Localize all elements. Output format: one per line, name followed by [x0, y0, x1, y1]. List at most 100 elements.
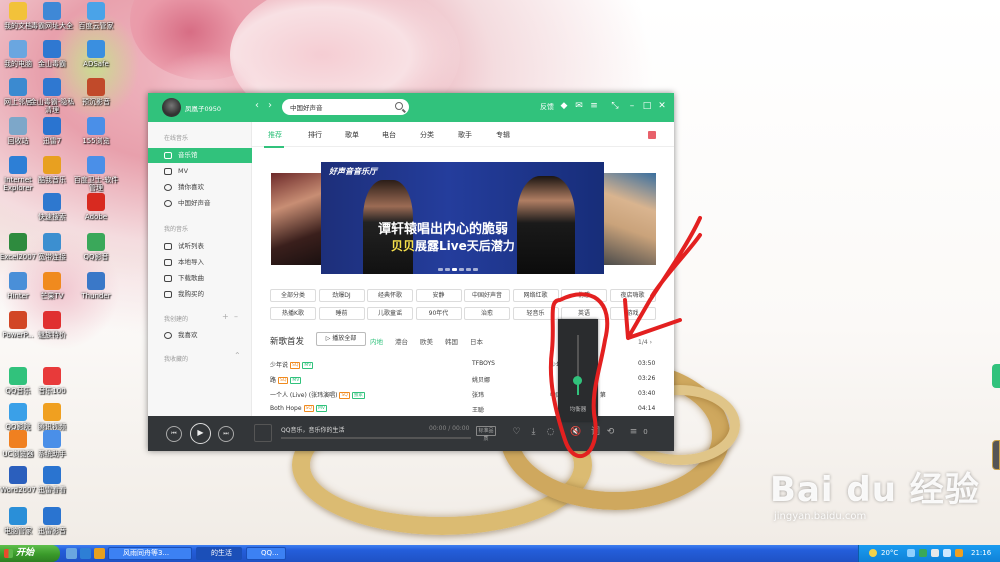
- skin-icon[interactable]: ◆: [559, 101, 569, 111]
- menu-icon[interactable]: ≡: [589, 101, 599, 111]
- table-row[interactable]: 一个人 (Live) (张玮演唱)SQ独家张玮中国好声音第四季 第03:40: [270, 386, 662, 401]
- maximize-icon[interactable]: □: [642, 101, 652, 111]
- desktop-shortcut[interactable]: 毒霸网址大全: [28, 2, 76, 30]
- song-title-cell[interactable]: 少年说 SQ MV: [270, 360, 314, 369]
- desktop-shortcut[interactable]: QQ影音: [72, 233, 120, 261]
- tab-recommend[interactable]: 推荐: [268, 130, 282, 140]
- mail-icon[interactable]: ✉: [574, 101, 584, 111]
- sidebar-item-purchased[interactable]: 我购买的: [148, 287, 252, 302]
- category-chip[interactable]: 网络红歌: [512, 289, 559, 302]
- ie-icon[interactable]: [80, 548, 91, 559]
- category-chip[interactable]: 90年代: [415, 307, 462, 320]
- banner-prev-image[interactable]: [271, 173, 321, 265]
- qq-icon[interactable]: [931, 549, 939, 557]
- previous-button[interactable]: ⏮: [166, 426, 182, 442]
- volume-mute-icon[interactable]: 🔇: [570, 427, 581, 438]
- network-icon[interactable]: [907, 549, 915, 557]
- desktop-shortcut[interactable]: Adobe: [72, 193, 120, 221]
- equalizer-label[interactable]: 均衡器: [558, 405, 598, 413]
- category-chip[interactable]: 全部分类: [270, 289, 316, 302]
- play-all-button[interactable]: ▷ 播放全部: [316, 332, 366, 346]
- category-chip[interactable]: 经典怀歌: [367, 289, 413, 302]
- search-box[interactable]: [282, 99, 409, 115]
- volume-slider-track[interactable]: [577, 335, 579, 395]
- play-button[interactable]: ▶: [190, 423, 211, 444]
- security-icon[interactable]: [919, 549, 927, 557]
- sidebar-item-trial-list[interactable]: 试听列表: [148, 239, 252, 254]
- featured-banner[interactable]: 好声音音乐厅 谭轩辕唱出内心的脆弱 贝贝展露Live天后潜力: [321, 162, 604, 274]
- tab-albums[interactable]: 专辑: [496, 130, 510, 140]
- category-chip[interactable]: 轻音乐: [512, 307, 559, 320]
- feedback-link[interactable]: 反馈: [540, 102, 554, 112]
- sidebar-item-mv[interactable]: MV: [148, 164, 252, 179]
- desktop-shortcut[interactable]: 迅雷7: [28, 117, 76, 145]
- tab-categories[interactable]: 分类: [420, 130, 434, 140]
- add-playlist-icon[interactable]: +: [222, 312, 229, 321]
- category-chip[interactable]: 中国好声音: [464, 289, 510, 302]
- category-chip[interactable]: 睡前: [318, 307, 365, 320]
- desktop-shortcut[interactable]: 预沉影音: [72, 78, 120, 106]
- desktop-shortcut[interactable]: 魅族特价: [28, 311, 76, 339]
- song-artist[interactable]: TFBOYS: [472, 360, 495, 367]
- desktop-icon[interactable]: [66, 548, 77, 559]
- side-widget-green[interactable]: [992, 364, 1000, 388]
- side-widget-dark[interactable]: [992, 440, 1000, 470]
- category-chip[interactable]: 热播K歌: [270, 307, 316, 320]
- region-tab-japan[interactable]: 日本: [470, 336, 483, 346]
- page-indicator[interactable]: 1/4 ›: [638, 339, 652, 346]
- playlist-icon[interactable]: ≡: [628, 427, 639, 438]
- collapse-icon[interactable]: –: [234, 312, 238, 321]
- desktop-shortcut[interactable]: 系统助手: [28, 430, 76, 458]
- table-row[interactable]: Both Hope SQ MV 王聪 04:14: [270, 401, 662, 416]
- sidebar-item-guess-like[interactable]: 猜你喜欢: [148, 180, 252, 195]
- tab-radio[interactable]: 电台: [382, 130, 396, 140]
- ime-icon[interactable]: [955, 549, 963, 557]
- song-title-cell[interactable]: 一个人 (Live) (张玮演唱) SQ 独家: [270, 390, 365, 399]
- sidebar-item-downloads[interactable]: 下载歌曲: [148, 271, 252, 286]
- tab-playlists[interactable]: 歌单: [345, 130, 359, 140]
- desktop-shortcut[interactable]: 快速搜索: [28, 193, 76, 221]
- avatar[interactable]: [162, 98, 181, 117]
- minimize-icon[interactable]: –: [627, 101, 637, 111]
- taskbar-task-qqmusic[interactable]: 的生活: [196, 547, 242, 560]
- region-tab-western[interactable]: 欧美: [420, 336, 433, 346]
- download-icon[interactable]: ⤓: [528, 427, 539, 438]
- desktop-shortcut[interactable]: 百度卫士-软件管理: [72, 156, 120, 192]
- category-chip[interactable]: 儿歌童谣: [367, 307, 413, 320]
- desktop-shortcut[interactable]: Thunder: [72, 272, 120, 300]
- username[interactable]: 凤凰子0950: [185, 103, 221, 113]
- desktop-shortcut[interactable]: 金山毒霸: [28, 40, 76, 68]
- sidebar-item-music-hall[interactable]: 音乐馆: [148, 148, 252, 163]
- category-chip[interactable]: 夜店嗨歌: [609, 289, 656, 302]
- start-button[interactable]: 开始: [0, 545, 60, 562]
- category-chip[interactable]: 安静: [415, 289, 462, 302]
- taskbar-task-qq[interactable]: QQ...: [246, 547, 286, 560]
- mini-mode-icon[interactable]: ⤡: [610, 101, 620, 111]
- category-chip[interactable]: 劲爆DJ: [318, 289, 365, 302]
- tab-singers[interactable]: 歌手: [458, 130, 472, 140]
- repeat-icon[interactable]: ⟲: [605, 427, 616, 438]
- desktop-shortcut[interactable]: 155浏览: [72, 117, 120, 145]
- desktop-shortcut[interactable]: ADSafe: [72, 40, 120, 68]
- sidebar-item-good-voice[interactable]: 中国好声音: [148, 196, 252, 211]
- banner-next-image[interactable]: [604, 173, 656, 265]
- sidebar-item-local-import[interactable]: 本地导入: [148, 255, 252, 270]
- search-icon[interactable]: [395, 102, 403, 110]
- progress-slider[interactable]: [281, 437, 471, 439]
- weather-icon[interactable]: [869, 549, 877, 557]
- song-title-cell[interactable]: 路 SQ MV: [270, 375, 302, 384]
- region-tab-hktw[interactable]: 港台: [395, 336, 408, 346]
- category-chip[interactable]: 伤感: [561, 289, 607, 302]
- taskbar-task-browser[interactable]: 风雨同舟等3...: [108, 547, 192, 560]
- desktop-shortcut[interactable]: 迅雷影音: [28, 507, 76, 535]
- category-chip[interactable]: 治愈: [464, 307, 510, 320]
- search-input[interactable]: [290, 101, 390, 113]
- heart-icon[interactable]: ♡: [511, 427, 522, 438]
- close-icon[interactable]: ✕: [657, 101, 667, 111]
- desktop-shortcut[interactable]: 迅雷看看: [28, 466, 76, 494]
- song-artist[interactable]: 张玮: [472, 390, 484, 399]
- album-cover-icon[interactable]: [254, 424, 272, 442]
- banner-pagination[interactable]: [438, 265, 488, 271]
- tab-ranking[interactable]: 排行: [308, 130, 322, 140]
- share-icon[interactable]: ◌: [545, 427, 556, 438]
